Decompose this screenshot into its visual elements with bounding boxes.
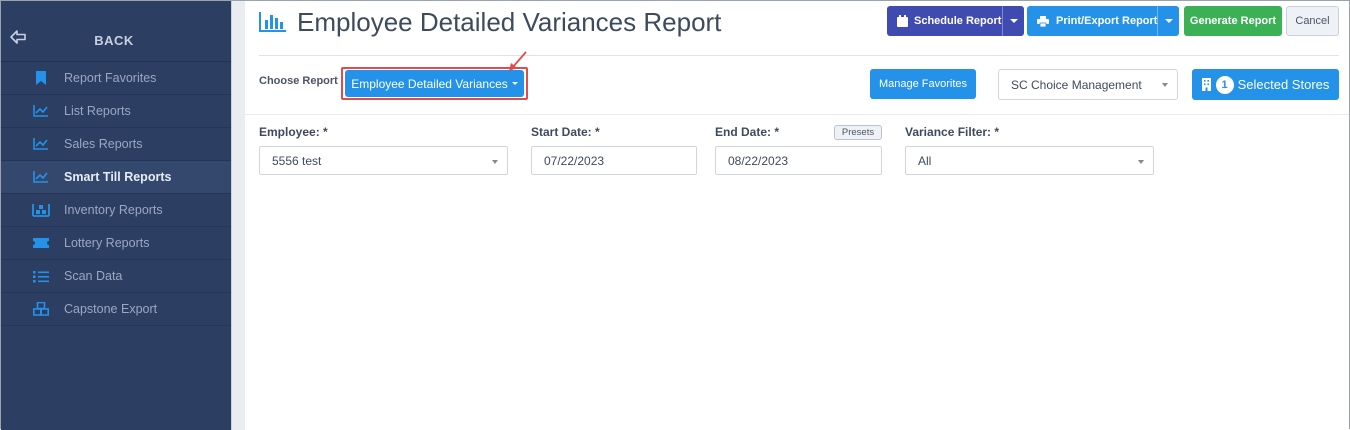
employee-value: 5556 test (272, 153, 322, 168)
start-date-label: Start Date: * (531, 125, 600, 139)
choose-report-label: Choose Report (259, 75, 338, 87)
line-chart-icon (32, 137, 50, 151)
main-content: Employee Detailed Variances Report Sched… (245, 1, 1349, 430)
caret-down-icon (1164, 19, 1173, 23)
caret-down-icon (511, 82, 518, 85)
warehouse-icon (32, 203, 50, 217)
app-frame: BACK Report Favorites List Reports Sales… (0, 0, 1350, 430)
start-date-input[interactable]: 07/22/2023 (531, 146, 697, 175)
sidebar-item-report-favorites[interactable]: Report Favorites (1, 62, 231, 95)
cubes-icon (32, 302, 50, 316)
selected-stores-button[interactable]: 1 Selected Stores (1192, 69, 1339, 100)
caret-down-icon (1009, 19, 1018, 23)
bookmark-icon (32, 71, 50, 85)
back-button[interactable]: BACK (1, 1, 231, 62)
bar-chart-icon (259, 12, 286, 32)
end-date-label: End Date: * (715, 125, 780, 139)
generate-report-button[interactable]: Generate Report (1184, 6, 1282, 36)
presets-button[interactable]: Presets (834, 125, 882, 140)
employee-label: Employee: * (259, 125, 328, 139)
sidebar-scroll-edge (231, 1, 245, 430)
print-dropdown-toggle[interactable] (1157, 6, 1179, 36)
sidebar-item-label: Report Favorites (64, 71, 157, 85)
building-icon (1201, 78, 1211, 91)
annotation-arrow-icon (509, 51, 527, 71)
line-chart-icon (32, 170, 50, 184)
employee-select[interactable]: 5556 test (259, 146, 508, 175)
schedule-report-label: Schedule Report (914, 15, 1002, 27)
calendar-icon (897, 15, 908, 27)
print-export-label: Print/Export Report (1056, 15, 1158, 27)
variance-filter-value: All (918, 153, 932, 168)
select-arrow-icon (1162, 83, 1168, 87)
selected-stores-label: Selected Stores (1237, 77, 1330, 92)
printer-icon (1037, 15, 1049, 27)
cancel-button[interactable]: Cancel (1286, 6, 1339, 36)
end-date-value: 08/22/2023 (728, 153, 789, 168)
list-icon (32, 269, 50, 283)
sidebar-item-list-reports[interactable]: List Reports (1, 95, 231, 128)
sidebar-item-inventory-reports[interactable]: Inventory Reports (1, 194, 231, 227)
schedule-report-button[interactable]: Schedule Report (887, 6, 1024, 36)
selected-count-badge: 1 (1215, 75, 1234, 94)
variance-filter-label: Variance Filter: * (905, 125, 1000, 139)
start-date-value: 07/22/2023 (544, 153, 605, 168)
sidebar-item-label: Inventory Reports (64, 203, 163, 217)
sidebar-item-capstone-export[interactable]: Capstone Export (1, 293, 231, 326)
filter-divider (245, 114, 1349, 115)
sidebar-item-label: Lottery Reports (64, 236, 150, 250)
sidebar-item-label: Scan Data (64, 269, 123, 283)
sidebar-item-smart-till-reports[interactable]: Smart Till Reports (1, 161, 231, 194)
schedule-dropdown-toggle[interactable] (1002, 6, 1024, 36)
page-title: Employee Detailed Variances Report (297, 7, 722, 37)
sidebar-item-scan-data[interactable]: Scan Data (1, 260, 231, 293)
sidebar-item-sales-reports[interactable]: Sales Reports (1, 128, 231, 161)
store-group-select[interactable]: SC Choice Management (998, 69, 1178, 100)
select-arrow-icon (1138, 160, 1144, 164)
sidebar-item-label: Smart Till Reports (64, 170, 172, 184)
sidebar: BACK Report Favorites List Reports Sales… (1, 1, 245, 430)
sidebar-item-lottery-reports[interactable]: Lottery Reports (1, 227, 231, 260)
select-arrow-icon (492, 160, 498, 164)
variance-filter-select[interactable]: All (905, 146, 1154, 175)
print-export-button[interactable]: Print/Export Report (1027, 6, 1179, 36)
sidebar-item-label: Capstone Export (64, 302, 158, 316)
store-group-value: SC Choice Management (1011, 77, 1142, 92)
ticket-icon (32, 236, 50, 250)
end-date-input[interactable]: 08/22/2023 (715, 146, 882, 175)
manage-favorites-button[interactable]: Manage Favorites (870, 69, 976, 99)
header-divider (259, 55, 1339, 56)
report-select-label: Employee Detailed Variances (351, 76, 508, 91)
sidebar-item-label: Sales Reports (64, 137, 143, 151)
back-label: BACK (94, 33, 134, 48)
report-select-dropdown[interactable]: Employee Detailed Variances (345, 70, 524, 97)
line-chart-icon (32, 104, 50, 118)
sidebar-item-label: List Reports (64, 104, 131, 118)
